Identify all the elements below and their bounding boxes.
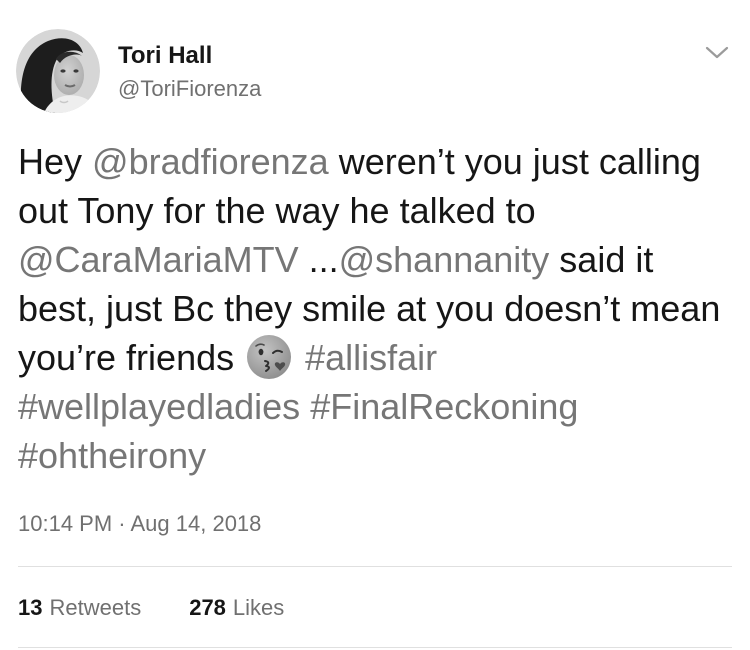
tweet-line: Hey @bradfiorenza weren’t you just calli… [18,137,738,186]
tweet-text-segment: weren’t you just calling [328,141,701,182]
retweets-stat[interactable]: 13 Retweets [18,594,141,622]
avatar[interactable] [16,29,100,113]
divider [18,566,732,567]
hashtag-link[interactable]: #allisfair [305,337,437,378]
tweet-text-segment: Hey [18,141,93,182]
tweet-line: out Tony for the way he talked to [18,186,738,235]
tweet-text-segment [295,337,305,378]
tweet-text-segment: you’re friends [18,337,245,378]
tweet-text-segment: ... [298,239,339,280]
tweet-line: #wellplayedladies #FinalReckoning [18,382,738,431]
hashtag-link[interactable]: #wellplayedladies [18,386,300,427]
tweet-line: best, just Bc they smile at you doesn’t … [18,284,738,333]
tweet-line: @CaraMariaMTV ...@shannanity said it [18,235,738,284]
tweet-text: Hey @bradfiorenza weren’t you just calli… [18,137,738,480]
tweet-text-segment: said it [549,239,654,280]
likes-stat[interactable]: 278 Likes [189,594,284,622]
tweet-line: #ohtheirony [18,431,738,480]
tweet-timestamp[interactable]: 10:14 PM · Aug 14, 2018 [18,510,261,538]
mention-link[interactable]: @bradfiorenza [92,141,329,182]
tweet-text-segment [300,386,310,427]
tweet-card: Tori Hall @ToriFiorenza Hey @bradfiorenz… [0,0,750,650]
mention-link[interactable]: @CaraMariaMTV [18,239,299,280]
hashtag-link[interactable]: #ohtheirony [18,435,206,476]
likes-count: 278 [189,595,226,620]
tweet-text-segment: best, just Bc they smile at you doesn’t … [18,288,721,329]
retweets-count: 13 [18,595,43,620]
author-name[interactable]: Tori Hall [118,41,212,71]
author-handle[interactable]: @ToriFiorenza [118,75,261,103]
hashtag-link[interactable]: #FinalReckoning [310,386,578,427]
engagement-stats: 13 Retweets 278 Likes [18,594,284,622]
divider [18,647,732,648]
mention-link[interactable]: @shannanity [339,239,550,280]
tweet-line: you’re friends #allisfair [18,333,738,382]
tweet-text-segment: out Tony for the way he talked to [18,190,536,231]
likes-label: Likes [232,595,285,620]
chevron-down-icon[interactable] [704,44,730,62]
face-blowing-a-kiss-icon [246,334,292,380]
avatar-image [16,29,100,113]
retweets-label: Retweets [49,595,142,620]
